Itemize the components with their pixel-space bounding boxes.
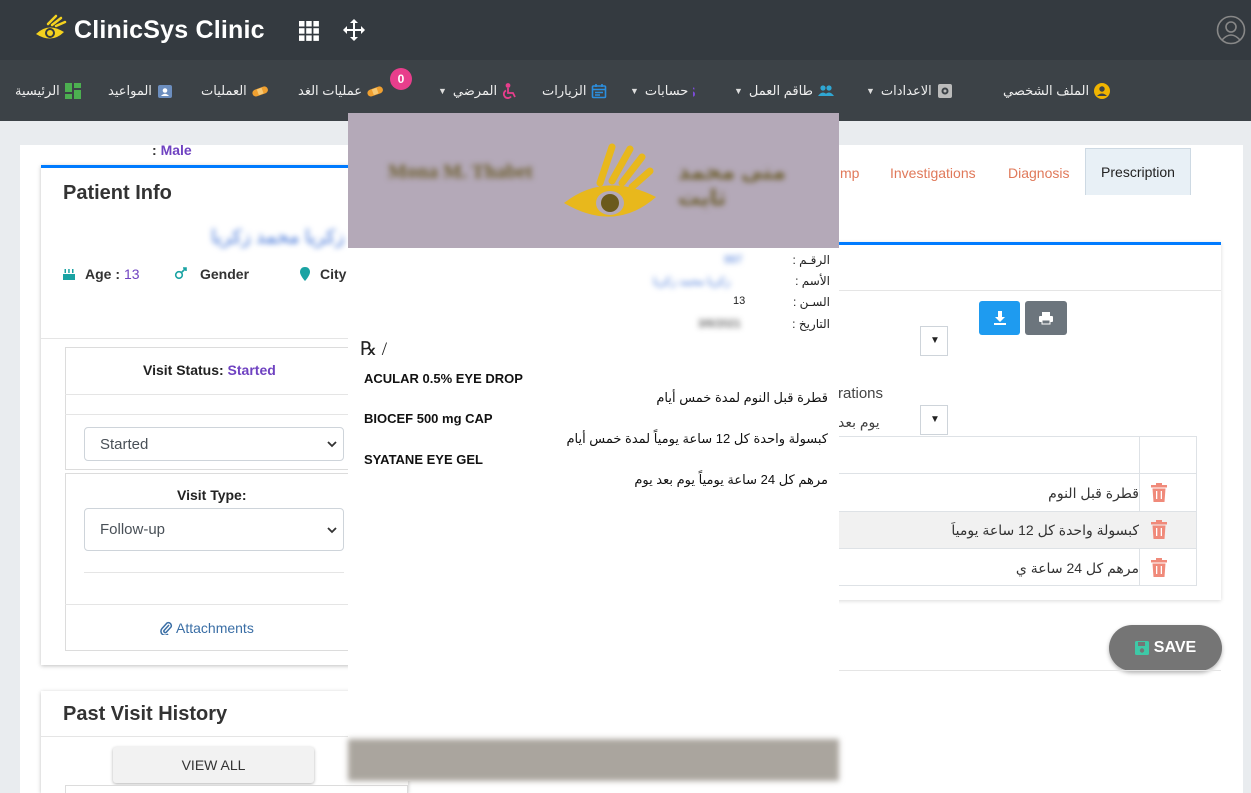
trash-icon[interactable] xyxy=(1151,520,1167,539)
user-account-icon[interactable] xyxy=(1216,15,1246,45)
city-field: City xyxy=(298,266,346,282)
menu-item-patients[interactable]: المرضي ▼ xyxy=(438,81,518,101)
prescription-footer xyxy=(348,739,839,781)
chevron-down-icon: ▼ xyxy=(630,86,639,96)
frequency-input[interactable]: يوم بعد xyxy=(838,414,880,431)
dashboard-icon xyxy=(64,83,81,99)
drug-dose: كبسولة واحدة كل 12 ساعة يومياً لمدة خمس … xyxy=(566,431,828,446)
trash-icon[interactable] xyxy=(1151,558,1167,577)
eye-logo-icon xyxy=(564,143,656,217)
past-visits-table xyxy=(65,785,408,793)
table-row: كبسولة واحدة كل 12 ساعة يومياً xyxy=(839,511,1196,548)
notification-badge: 0 xyxy=(390,68,412,90)
menu-item-staff[interactable]: طاقم العمل ▼ xyxy=(734,81,834,101)
patient-info-title: Patient Info xyxy=(63,182,172,204)
gender-field: Gender xyxy=(174,266,249,282)
app-title: ClinicSys Clinic xyxy=(74,15,265,44)
table-row: قطرة قبل النوم xyxy=(839,473,1196,511)
main-menu: الملف الشخصي الاعدادات ▼ طاقم العمل ▼ $ … xyxy=(0,60,1251,121)
age-label: السـن : xyxy=(792,295,830,309)
gender-icon xyxy=(174,267,187,280)
tab-prescription[interactable]: Prescription xyxy=(1085,148,1191,195)
bandage-icon xyxy=(367,86,383,97)
calendar-user-icon xyxy=(157,85,172,98)
chevron-down-icon xyxy=(327,441,337,448)
visit-status-select[interactable]: Started xyxy=(84,427,344,461)
chevron-down-icon: ▼ xyxy=(866,86,875,96)
prescription-letterhead: Mona M. Thabet منى محمد ثابت xyxy=(348,113,839,248)
top-navbar: ClinicSys Clinic xyxy=(0,0,1251,60)
medications-table: قطرة قبل النوم كبسولة واحدة كل 12 ساعة ي… xyxy=(838,436,1197,586)
user-circle-icon xyxy=(1094,83,1111,99)
chevron-down-icon: ▼ xyxy=(734,86,743,96)
wheelchair-icon xyxy=(503,83,516,99)
chevron-down-icon xyxy=(327,527,337,534)
divider xyxy=(41,338,351,339)
menu-item-tomorrow-operations[interactable]: عمليات الغد xyxy=(298,81,383,101)
drug-dose: مرهم كل 24 ساعة يومياً يوم بعد يوم xyxy=(634,472,828,487)
menu-item-visits[interactable]: الزيارات xyxy=(542,81,607,101)
age-field: Age : 13 xyxy=(62,266,140,282)
drug-name: ACULAR 0.5% EYE DROP xyxy=(364,371,523,386)
trash-icon[interactable] xyxy=(1151,483,1167,502)
date-value: 3/6/2021 xyxy=(698,318,741,330)
eye-logo-icon xyxy=(36,14,67,39)
menu-item-accounts[interactable]: $ حسابات ▼ xyxy=(630,81,709,101)
map-marker-icon xyxy=(300,267,310,281)
download-icon xyxy=(994,311,1006,325)
tab-partial[interactable]: mp xyxy=(840,165,859,181)
rx-symbol: ℞ / xyxy=(360,339,388,360)
attachments-link[interactable]: Attachments xyxy=(160,620,254,636)
dollar-icon: $ xyxy=(693,83,696,99)
tab-investigations[interactable]: Investigations xyxy=(890,165,976,181)
menu-item-settings[interactable]: الاعدادات ▼ xyxy=(866,81,953,101)
move-arrows-icon[interactable] xyxy=(343,19,365,41)
caret-down-icon: ▼ xyxy=(930,414,940,425)
medications-label: rations xyxy=(838,385,884,402)
gender-value: : Male xyxy=(152,142,192,158)
drug-name: BIOCEF 500 mg CAP xyxy=(364,411,493,426)
table-row: مرهم كل 24 ساعة ي xyxy=(839,548,1196,585)
brand[interactable]: ClinicSys Clinic xyxy=(34,14,265,46)
chevron-down-icon: ▼ xyxy=(438,86,447,96)
patient-name-value: زكريا محمد زكريا xyxy=(653,276,731,288)
gear-icon xyxy=(937,84,952,98)
caret-down-icon: ▼ xyxy=(930,335,940,346)
visit-status-label: Visit Status: Started xyxy=(143,362,276,378)
date-label: التاريخ : xyxy=(792,317,830,331)
drug-name: SYATANE EYE GEL xyxy=(364,452,483,467)
menu-item-appointments[interactable]: المواعيد xyxy=(108,81,173,101)
download-button[interactable] xyxy=(979,301,1020,335)
drug-dose: قطرة قبل النوم لمدة خمس أيام xyxy=(656,390,828,405)
tab-diagnosis[interactable]: Diagnosis xyxy=(1008,165,1069,181)
floppy-disk-icon xyxy=(1134,641,1149,655)
doctor-name-english: Mona M. Thabet xyxy=(388,161,533,183)
save-button[interactable]: SAVE xyxy=(1109,625,1222,671)
menu-item-home[interactable]: الرئيسية xyxy=(15,81,81,101)
printer-icon xyxy=(1039,312,1053,325)
view-all-button[interactable]: VIEW ALL xyxy=(113,747,314,783)
print-button[interactable] xyxy=(1025,301,1067,335)
menu-item-operations[interactable]: العمليات xyxy=(201,81,268,101)
birthday-cake-icon xyxy=(63,269,75,280)
patient-name-label: الأسم : xyxy=(795,274,830,288)
past-visit-history-title: Past Visit History xyxy=(63,703,228,725)
patient-name: زكريا محمد زكريا xyxy=(211,227,345,248)
file-number-value: 997 xyxy=(724,254,743,266)
frequency-dropdown[interactable]: ▼ xyxy=(920,405,948,435)
file-number-label: الرقـم : xyxy=(792,253,830,267)
svg-text:$: $ xyxy=(693,83,696,99)
age-value: 13 xyxy=(733,295,746,307)
menu-item-profile[interactable]: الملف الشخصي xyxy=(1003,81,1111,101)
doctor-name-arabic: منى محمد ثابت xyxy=(678,159,786,210)
medication-dropdown[interactable]: ▼ xyxy=(920,326,948,356)
visit-type-select[interactable]: Follow-up xyxy=(84,508,344,551)
users-icon xyxy=(817,85,834,96)
calendar-icon xyxy=(592,84,607,99)
apps-grid-icon[interactable] xyxy=(299,21,319,41)
visit-type-label: Visit Type: xyxy=(177,487,247,503)
paperclip-icon xyxy=(160,621,173,635)
bandage-icon xyxy=(252,86,268,97)
prescription-preview: Mona M. Thabet منى محمد ثابت الرقـم : 99… xyxy=(348,113,839,781)
